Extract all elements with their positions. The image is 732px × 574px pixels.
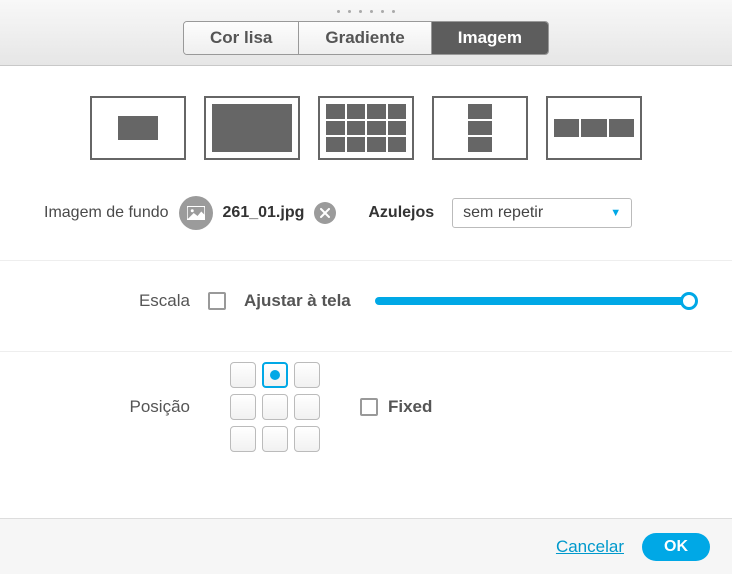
position-bottom-center[interactable] bbox=[262, 426, 288, 452]
layout-options bbox=[40, 96, 692, 160]
fit-screen-checkbox[interactable] bbox=[208, 292, 226, 310]
layout-row[interactable] bbox=[546, 96, 642, 160]
position-row: Posição Fixed bbox=[40, 352, 692, 482]
drag-handle[interactable] bbox=[337, 10, 395, 13]
position-middle-center[interactable] bbox=[262, 394, 288, 420]
fixed-group: Fixed bbox=[360, 397, 432, 417]
position-grid bbox=[230, 362, 320, 452]
scale-row: Escala Ajustar à tela bbox=[40, 261, 692, 351]
filename-text: 261_01.jpg bbox=[223, 204, 305, 222]
file-row: Imagem de fundo 261_01.jpg Azulejos sem … bbox=[40, 196, 692, 260]
layout-tile[interactable] bbox=[318, 96, 414, 160]
tab-image[interactable]: Imagem bbox=[432, 22, 548, 54]
tiles-dropdown[interactable]: sem repetir ▼ bbox=[452, 198, 632, 228]
position-top-right[interactable] bbox=[294, 362, 320, 388]
tiles-selected: sem repetir bbox=[463, 204, 543, 222]
chevron-down-icon: ▼ bbox=[610, 207, 621, 219]
fit-screen-label: Ajustar à tela bbox=[244, 291, 351, 311]
position-middle-left[interactable] bbox=[230, 394, 256, 420]
tab-solid-color[interactable]: Cor lisa bbox=[184, 22, 299, 54]
position-top-center[interactable] bbox=[262, 362, 288, 388]
tab-group: Cor lisa Gradiente Imagem bbox=[183, 21, 549, 55]
cancel-button[interactable]: Cancelar bbox=[556, 537, 624, 557]
dialog-header: Cor lisa Gradiente Imagem bbox=[0, 0, 732, 66]
tiles-label: Azulejos bbox=[368, 204, 434, 222]
position-bottom-left[interactable] bbox=[230, 426, 256, 452]
clear-image-button[interactable] bbox=[314, 202, 336, 224]
scale-label: Escala bbox=[40, 291, 190, 311]
tab-gradient[interactable]: Gradiente bbox=[299, 22, 431, 54]
layout-single[interactable] bbox=[90, 96, 186, 160]
position-bottom-right[interactable] bbox=[294, 426, 320, 452]
dialog-footer: Cancelar OK bbox=[0, 518, 732, 574]
layout-column[interactable] bbox=[432, 96, 528, 160]
scale-slider[interactable] bbox=[375, 297, 692, 305]
scale-slider-thumb[interactable] bbox=[680, 292, 698, 310]
fixed-label: Fixed bbox=[388, 397, 432, 417]
background-image-label: Imagem de fundo bbox=[44, 204, 169, 222]
layout-full[interactable] bbox=[204, 96, 300, 160]
position-top-left[interactable] bbox=[230, 362, 256, 388]
ok-button[interactable]: OK bbox=[642, 533, 710, 561]
position-middle-right[interactable] bbox=[294, 394, 320, 420]
image-icon bbox=[179, 196, 213, 230]
position-label: Posição bbox=[40, 397, 190, 417]
fixed-checkbox[interactable] bbox=[360, 398, 378, 416]
